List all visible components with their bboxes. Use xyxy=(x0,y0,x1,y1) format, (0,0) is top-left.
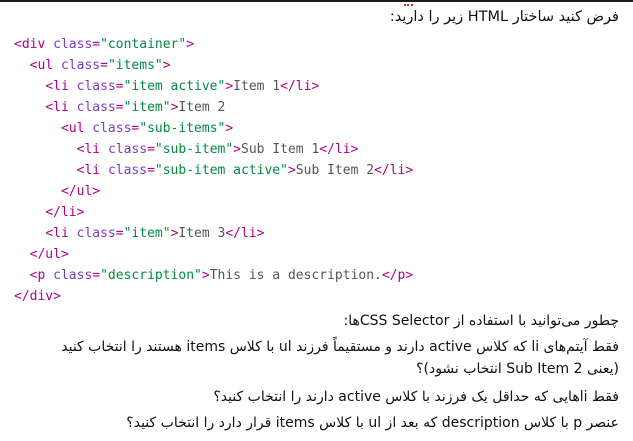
question-1-line-2: (یعنی Sub Item 2 انتخاب نشود)؟ xyxy=(416,361,619,377)
code-token-tag: </li> xyxy=(280,79,320,94)
code-token-sp xyxy=(14,79,45,94)
intro-text: فرض کنید ساختار HTML زیر را دارید: xyxy=(389,9,619,25)
code-token-attr: class xyxy=(76,100,116,115)
question-3-text: عنصر p با کلاس description که بعد از ul … xyxy=(126,415,619,431)
top-border xyxy=(0,0,633,2)
question-1-line-1: فقط آیتم‌های li که کلاس active دارند و م… xyxy=(61,339,619,355)
code-token-tag: > xyxy=(233,142,242,157)
code-token-tag: <ul xyxy=(29,58,61,73)
code-token-tag: <li xyxy=(45,226,77,241)
code-token-sp xyxy=(14,184,61,199)
code-line: <ul class="sub-items"> xyxy=(14,118,624,139)
code-token-attr: class xyxy=(76,79,116,94)
questions-heading-text: چطور می‌توانید با استفاده از CSS Selecto… xyxy=(343,313,619,329)
code-token-tag: <li xyxy=(76,142,108,157)
code-token-tag: <ul xyxy=(60,121,93,136)
code-token-str: "item active" xyxy=(123,79,226,94)
code-token-tag: = xyxy=(147,142,155,157)
code-token-sp xyxy=(14,142,77,157)
code-token-sp xyxy=(14,226,45,241)
code-token-tag: </div> xyxy=(14,289,61,304)
code-token-tag: = xyxy=(115,226,124,241)
code-token-str: "container" xyxy=(100,37,187,52)
code-token-tag: </li> xyxy=(225,226,265,241)
code-token-sp xyxy=(14,100,45,115)
code-token-sp xyxy=(14,163,77,178)
code-token-tag: > xyxy=(225,79,234,94)
code-token-str: "item" xyxy=(123,226,171,241)
code-token-tag: > xyxy=(162,58,171,73)
code-token-sp xyxy=(14,268,30,283)
code-token-sp xyxy=(14,205,45,220)
code-token-tag: <div xyxy=(14,37,54,52)
code-token-tag: </li> xyxy=(45,205,85,220)
code-token-tag: </p> xyxy=(381,268,414,283)
code-token-str: "sub-item" xyxy=(154,142,234,157)
question-3: عنصر p با کلاس description که بعد از ul … xyxy=(8,412,619,434)
code-token-tag: <li xyxy=(45,79,77,94)
code-token-tag: > xyxy=(225,121,234,136)
code-token-tag: = xyxy=(92,268,101,283)
code-token-tag: <li xyxy=(76,163,108,178)
code-line: <li class="sub-item active">Sub Item 2</… xyxy=(14,160,624,181)
code-line: <li class="item active">Item 1</li> xyxy=(14,76,624,97)
code-token-tag: > xyxy=(287,163,296,178)
code-token-txt: Item 1 xyxy=(233,79,281,94)
code-line: <li class="item">Item 3</li> xyxy=(14,223,624,244)
code-token-attr: class xyxy=(76,226,116,241)
code-line: </div> xyxy=(14,286,624,307)
code-line: <div class="container"> xyxy=(14,34,624,55)
code-token-attr: class xyxy=(107,163,148,178)
code-line: <li class="item">Item 2 xyxy=(14,97,624,118)
code-token-attr: class xyxy=(53,37,93,52)
code-line: </ul> xyxy=(14,181,624,202)
code-token-attr: class xyxy=(107,142,148,157)
question-1: فقط آیتم‌های li که کلاس active دارند و م… xyxy=(8,336,619,380)
code-line: <p class="description">This is a descrip… xyxy=(14,265,624,286)
question-2: فقط liهایی که حداقل یک فرزند با کلاس act… xyxy=(8,386,619,408)
code-token-tag: = xyxy=(115,100,124,115)
code-token-sp xyxy=(14,247,30,262)
code-token-str: "sub-items" xyxy=(139,121,226,136)
code-token-str: "items" xyxy=(107,58,163,73)
code-token-tag: = xyxy=(115,79,124,94)
code-token-tag: > xyxy=(201,268,210,283)
code-token-tag: <li xyxy=(45,100,77,115)
code-token-str: "item" xyxy=(123,100,171,115)
code-line: <li class="sub-item">Sub Item 1</li> xyxy=(14,139,624,160)
document-page: فرض کنید ساختار HTML زیر را دارید: <div … xyxy=(0,0,633,441)
code-token-tag: > xyxy=(186,37,195,52)
questions-heading: چطور می‌توانید با استفاده از CSS Selecto… xyxy=(8,310,619,332)
code-line: </li> xyxy=(14,202,624,223)
code-token-tag: </ul> xyxy=(60,184,101,199)
code-token-txt: Sub Item 2 xyxy=(295,163,375,178)
code-token-attr: class xyxy=(53,268,93,283)
code-token-txt: Item 3 xyxy=(178,226,226,241)
code-token-attr: class xyxy=(60,58,101,73)
code-token-str: "sub-item active" xyxy=(154,163,288,178)
code-token-tag: = xyxy=(92,37,101,52)
code-token-txt: Sub Item 1 xyxy=(241,142,320,157)
code-token-tag: <p xyxy=(29,268,54,283)
code-token-attr: class xyxy=(92,121,132,136)
code-token-str: "description" xyxy=(100,268,202,283)
code-token-tag: = xyxy=(147,163,155,178)
code-token-txt: This is a description. xyxy=(209,268,382,283)
code-token-tag: </li> xyxy=(374,163,414,178)
code-token-sp xyxy=(14,58,30,73)
code-token-tag: </li> xyxy=(319,142,359,157)
code-token-txt: Item 2 xyxy=(178,100,226,115)
code-line: </ul> xyxy=(14,244,624,265)
code-line: <ul class="items"> xyxy=(14,55,624,76)
code-token-sp xyxy=(14,121,61,136)
code-block: <div class="container"> <ul class="items… xyxy=(14,34,624,307)
code-token-tag: = xyxy=(100,58,108,73)
code-token-tag: </ul> xyxy=(29,247,69,262)
question-2-text: فقط liهایی که حداقل یک فرزند با کلاس act… xyxy=(213,389,619,405)
